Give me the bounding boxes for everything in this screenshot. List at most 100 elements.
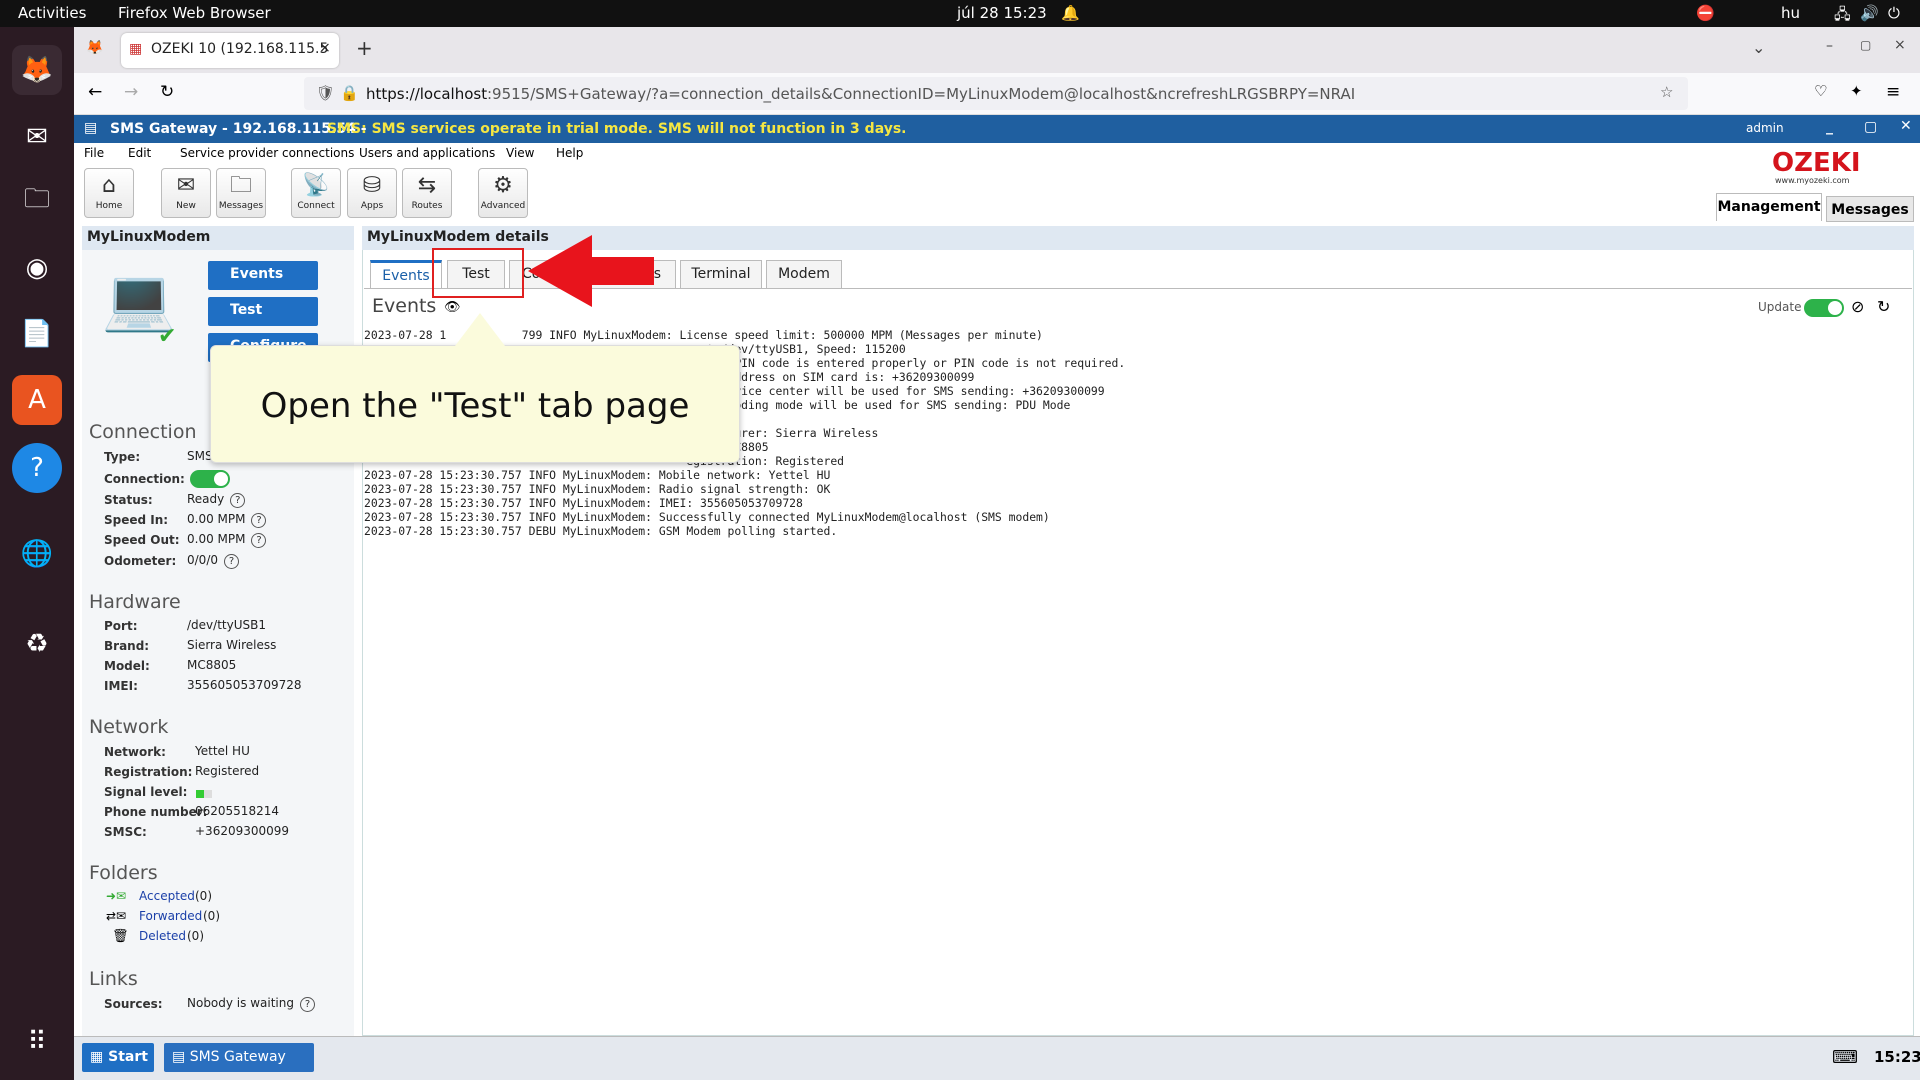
hamburger-menu-icon[interactable]: ≡ xyxy=(1886,82,1900,102)
speed-in-label: Speed In: xyxy=(104,513,169,527)
apps-grid-icon[interactable]: ⠿ xyxy=(12,1017,62,1067)
odometer-value: 0/0/0? xyxy=(187,553,239,569)
accepted-link[interactable]: Accepted xyxy=(139,889,195,903)
start-button[interactable]: ▦ Start xyxy=(82,1043,154,1072)
home-icon: ⌂ xyxy=(102,173,116,198)
connection-toggle[interactable] xyxy=(190,470,230,488)
accepted-folder-icon: ➜✉ xyxy=(106,889,127,903)
sms-gateway-task[interactable]: ▤ SMS Gateway xyxy=(164,1043,314,1072)
back-icon[interactable]: ← xyxy=(88,82,102,102)
menu-users-apps[interactable]: Users and applications xyxy=(359,146,495,160)
pocket-icon[interactable]: ♡ xyxy=(1814,82,1827,100)
forwarded-count: (0) xyxy=(203,909,220,923)
minimize-icon[interactable]: – xyxy=(1826,38,1833,54)
sources-label: Sources: xyxy=(104,997,163,1011)
forward-icon[interactable]: → xyxy=(124,82,138,102)
apps-button[interactable]: ⛁ Apps xyxy=(347,168,397,218)
menu-service-provider[interactable]: Service provider connections xyxy=(180,146,354,160)
test-tab-highlight xyxy=(432,248,524,298)
refresh-icon[interactable]: ↻ xyxy=(1877,297,1890,316)
browser-tab[interactable]: ▦ OZEKI 10 (192.168.115.5 × xyxy=(121,33,339,68)
smsc-value: +36209300099 xyxy=(195,824,290,838)
url-bar[interactable]: 🛡 🔒 https://localhost :9515/SMS+Gateway/… xyxy=(304,77,1688,110)
menu-edit[interactable]: Edit xyxy=(128,146,151,160)
app-minimize-icon[interactable]: _ xyxy=(1826,119,1833,135)
events-heading: Events xyxy=(372,295,437,317)
app-close-icon[interactable]: ✕ xyxy=(1900,118,1912,134)
hardware-heading: Hardware xyxy=(89,591,181,613)
software-icon[interactable]: A xyxy=(12,375,62,425)
tab-list-icon[interactable]: ⌄ xyxy=(1752,38,1765,57)
files-icon[interactable]: 🗀 xyxy=(12,177,62,227)
messages-button[interactable]: 🗀 Messages xyxy=(216,168,266,218)
keyboard-icon[interactable]: ⌨ xyxy=(1832,1047,1858,1068)
window-close-icon[interactable]: × xyxy=(1894,37,1906,53)
menu-view[interactable]: View xyxy=(506,146,534,160)
network-value: Yettel HU xyxy=(195,744,250,758)
firefox-icon[interactable]: 🦊 xyxy=(12,45,62,95)
extensions-icon[interactable]: ✦ xyxy=(1850,82,1863,100)
deleted-link[interactable]: Deleted xyxy=(139,929,186,943)
network-icon: 🖧 xyxy=(1834,5,1851,23)
help-icon[interactable]: ? xyxy=(251,513,267,528)
writer-icon[interactable]: 📄 xyxy=(12,309,62,359)
help-icon[interactable]: ? xyxy=(299,997,315,1012)
bookmark-star-icon[interactable]: ☆ xyxy=(1660,83,1673,101)
events-button[interactable]: Events xyxy=(208,261,318,290)
links-heading: Links xyxy=(89,968,138,990)
menu-help[interactable]: Help xyxy=(556,146,583,160)
tab-modem[interactable]: Modem xyxy=(766,260,842,288)
home-button[interactable]: ⌂ Home xyxy=(84,168,134,218)
reload-icon[interactable]: ↻ xyxy=(160,82,174,102)
activities-button[interactable]: Activities xyxy=(18,4,86,22)
menu-file[interactable]: File xyxy=(84,146,104,160)
rhythmbox-icon[interactable]: ◉ xyxy=(12,243,62,293)
phone-label: Phone number: xyxy=(104,805,208,819)
help-icon[interactable]: ? xyxy=(251,533,267,548)
routes-button[interactable]: ⇆ Routes xyxy=(402,168,452,218)
update-toggle[interactable] xyxy=(1804,299,1844,317)
tab-messages[interactable]: Messages xyxy=(1826,196,1914,222)
firefox-view-icon[interactable]: 🦊 xyxy=(86,40,103,56)
app-maximize-icon[interactable]: ▢ xyxy=(1864,119,1877,135)
registration-label: Registration: xyxy=(104,765,193,779)
network-label: Network: xyxy=(104,745,166,759)
trash-icon[interactable]: ♻ xyxy=(12,619,62,669)
phone-value: 06205518214 xyxy=(195,804,279,818)
advanced-button[interactable]: ⚙ Advanced xyxy=(478,168,528,218)
url-path: :9515/SMS+Gateway/?a=connection_details&… xyxy=(487,85,1356,103)
tab-title: OZEKI 10 (192.168.115.5 xyxy=(151,41,329,57)
type-label: Type: xyxy=(104,450,141,464)
odometer-label: Odometer: xyxy=(104,554,177,568)
new-tab-button[interactable]: + xyxy=(356,36,373,60)
taskbar-clock: 15:23 xyxy=(1874,1048,1920,1066)
brand-value: Sierra Wireless xyxy=(187,638,277,652)
firefox-app-menu[interactable]: Firefox Web Browser xyxy=(118,4,271,22)
tab-favicon-icon: ▦ xyxy=(129,41,143,57)
maximize-icon[interactable]: ▢ xyxy=(1860,38,1871,52)
power-icon[interactable]: ⏻ xyxy=(1888,4,1900,22)
url-host: https://localhost xyxy=(366,85,488,103)
connection-name-header: MyLinuxModem xyxy=(82,226,354,250)
forwarded-link[interactable]: Forwarded xyxy=(139,909,202,923)
update-label: Update xyxy=(1758,300,1802,314)
user-name[interactable]: admin xyxy=(1746,121,1784,135)
help-icon[interactable]: ? xyxy=(224,554,239,569)
clear-icon[interactable]: ⊘ xyxy=(1851,297,1864,316)
thunderbird-icon[interactable]: ✉ xyxy=(12,112,62,162)
language-indicator[interactable]: hu xyxy=(1781,4,1800,22)
globe-icon[interactable]: 🌐 xyxy=(12,529,62,579)
tab-terminal[interactable]: Terminal xyxy=(680,260,762,288)
test-button[interactable]: Test xyxy=(208,297,318,326)
help-icon[interactable]: ? xyxy=(230,493,246,508)
ozeki-logo-sub: www.myozeki.com xyxy=(1775,176,1850,185)
new-button[interactable]: ✉ New xyxy=(161,168,211,218)
clock[interactable]: júl 28 15:23 xyxy=(957,4,1047,22)
folder-icon: 🗀 xyxy=(229,173,252,198)
connect-button[interactable]: 📡 Connect xyxy=(291,168,341,218)
forwarded-folder-icon: ⇄✉ xyxy=(106,909,127,923)
tab-close-icon[interactable]: × xyxy=(319,40,331,56)
gear-icon: ⚙ xyxy=(493,173,513,198)
tab-management[interactable]: Management xyxy=(1716,193,1822,221)
help-icon[interactable]: ? xyxy=(12,443,62,493)
